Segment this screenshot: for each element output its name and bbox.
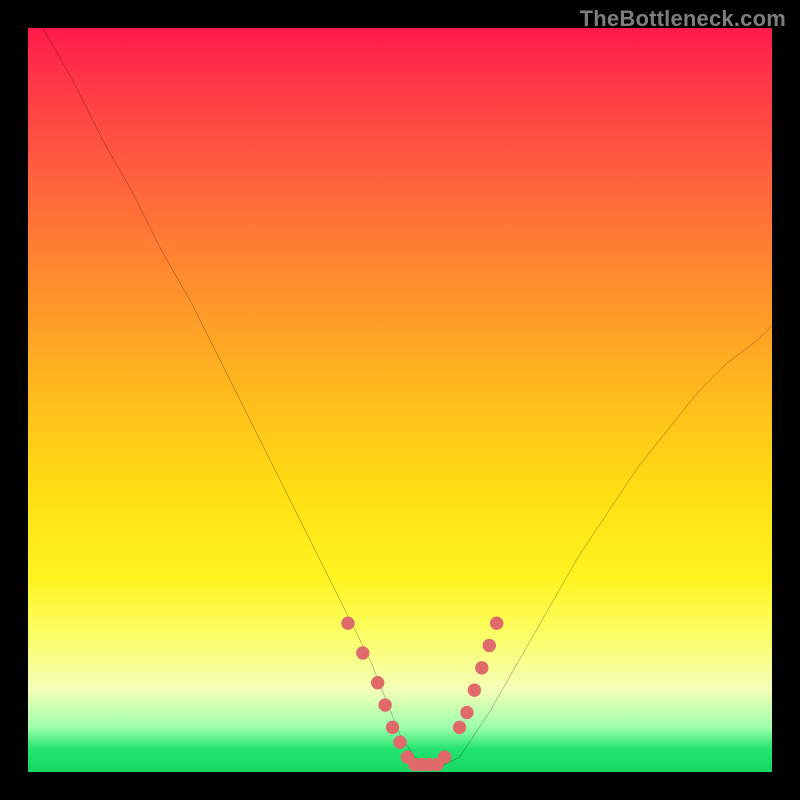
marker-dot	[386, 721, 399, 734]
marker-dot	[460, 706, 473, 719]
marker-dot	[468, 683, 481, 696]
marker-dot	[341, 617, 354, 630]
marker-dot	[393, 736, 406, 749]
marker-dot	[371, 676, 384, 689]
marker-dot	[475, 661, 488, 674]
marker-dot	[490, 617, 503, 630]
marker-dot	[356, 646, 369, 659]
marker-dot	[453, 721, 466, 734]
curve-svg	[28, 28, 772, 772]
marker-dot	[378, 698, 391, 711]
highlight-dots	[341, 617, 503, 772]
bottleneck-curve	[43, 28, 772, 765]
plot-area	[28, 28, 772, 772]
chart-frame: TheBottleneck.com	[0, 0, 800, 800]
marker-dot	[438, 750, 451, 763]
marker-dot	[483, 639, 496, 652]
